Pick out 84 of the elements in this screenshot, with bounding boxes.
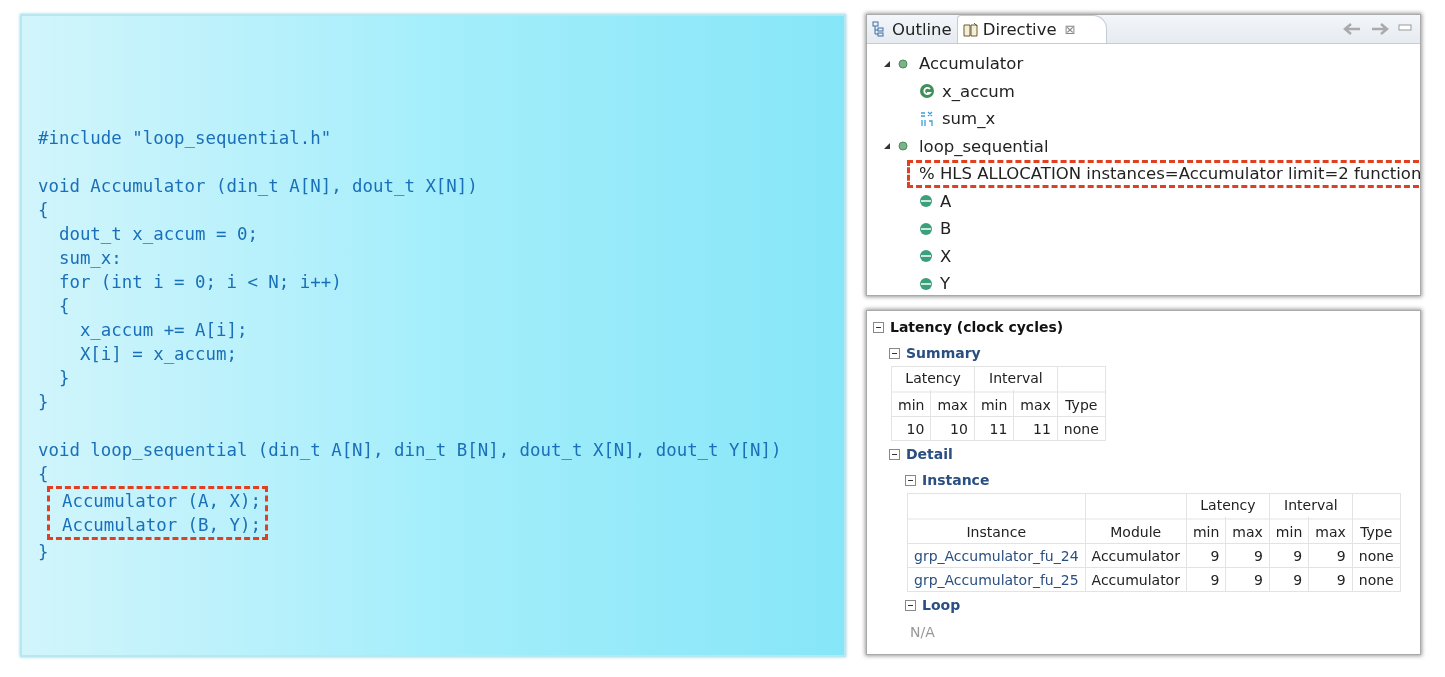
column-header: min bbox=[898, 396, 925, 413]
code-line: { bbox=[38, 199, 49, 222]
table-cell: 10 bbox=[891, 416, 931, 441]
code-line: sum_x: bbox=[57, 247, 122, 270]
table-cell: 9 bbox=[1186, 543, 1226, 568]
view-tab[interactable]: Directive ⊠ bbox=[956, 15, 1107, 43]
table-cell: 9 bbox=[1269, 567, 1309, 592]
dot-icon bbox=[898, 141, 908, 152]
port-icon bbox=[919, 194, 933, 209]
column-header: Module bbox=[1110, 523, 1162, 540]
table-cell: Accumulator bbox=[1085, 543, 1187, 568]
view-tab[interactable]: Outline bbox=[867, 15, 957, 43]
column-header: min bbox=[980, 396, 1008, 413]
section-heading[interactable]: Latency (clock cycles) bbox=[890, 319, 1064, 335]
column-header: max bbox=[1315, 523, 1346, 540]
column-header: max bbox=[1020, 396, 1051, 413]
code-line: void loop_sequential (din_t A[N], din_t B[N], dout_t X[N], dout_t Y[N]) bbox=[38, 439, 782, 462]
forward-arrow-icon bbox=[1370, 21, 1390, 37]
table-cell: none bbox=[1057, 416, 1106, 441]
table-cell: 11 bbox=[974, 416, 1014, 441]
column-header: min bbox=[1275, 523, 1303, 540]
table-cell: 9 bbox=[1186, 567, 1226, 592]
code-line: } bbox=[38, 391, 49, 414]
code-line: } bbox=[38, 541, 49, 564]
port-icon bbox=[919, 221, 933, 236]
collapse-icon bbox=[905, 474, 916, 486]
collapse-icon bbox=[873, 321, 884, 333]
code-line: x_accum += A[i]; bbox=[78, 319, 248, 342]
expand-triangle-icon[interactable] bbox=[883, 59, 891, 68]
code-line: Accumulator (B, Y); bbox=[60, 514, 261, 537]
table-cell: 9 bbox=[1308, 567, 1353, 592]
tree-item[interactable]: % HLS ALLOCATION instances=Accumulator limit=2 function bbox=[919, 164, 1420, 184]
collapse-icon bbox=[905, 599, 916, 611]
tree-item[interactable]: Accumulator bbox=[919, 54, 1024, 74]
empty-note: N/A bbox=[909, 623, 936, 640]
collapse-icon bbox=[889, 347, 900, 359]
column-header: Type bbox=[1360, 523, 1393, 540]
tree-item[interactable]: X bbox=[940, 246, 952, 266]
port-icon bbox=[919, 249, 933, 264]
column-header: max bbox=[1232, 523, 1263, 540]
table-cell: 9 bbox=[1308, 543, 1353, 568]
instance-link[interactable]: grp_Accumulator_fu_25 bbox=[907, 567, 1086, 592]
instance-link[interactable]: grp_Accumulator_fu_24 bbox=[907, 543, 1086, 568]
table-cell: 9 bbox=[1225, 543, 1270, 568]
section-heading[interactable]: Summary bbox=[906, 345, 981, 361]
code-line: Accumulator (A, X); bbox=[60, 490, 261, 513]
table-cell: 9 bbox=[1225, 567, 1270, 592]
tree-item[interactable]: x_accum bbox=[942, 81, 1015, 101]
table-cell: 11 bbox=[1013, 416, 1058, 441]
table-cell: Accumulator bbox=[1085, 567, 1187, 592]
section-heading[interactable]: Loop bbox=[922, 597, 961, 613]
code-line: { bbox=[38, 463, 49, 486]
table-cell: none bbox=[1352, 543, 1401, 568]
code-line: X[i] = x_accum; bbox=[78, 343, 237, 366]
column-header: Instance bbox=[966, 523, 1027, 540]
book-icon bbox=[962, 21, 979, 38]
table-cell: 9 bbox=[1269, 543, 1309, 568]
column-header: max bbox=[937, 396, 968, 413]
table-cell: none bbox=[1352, 567, 1401, 592]
section-heading[interactable]: Detail bbox=[906, 446, 953, 462]
code-line: void Accumulator (din_t A[N], dout_t X[N]) bbox=[38, 175, 478, 198]
tree-item[interactable]: A bbox=[940, 191, 952, 211]
back-arrow-icon bbox=[1342, 21, 1362, 37]
minimize-icon bbox=[1398, 24, 1412, 34]
code-line: for (int i = 0; i < N; i++) bbox=[57, 271, 342, 294]
collapse-icon bbox=[889, 448, 900, 460]
code-line: { bbox=[57, 295, 70, 318]
circled-g-icon bbox=[919, 83, 935, 100]
dot-icon bbox=[898, 58, 908, 69]
section-heading[interactable]: Instance bbox=[922, 472, 990, 488]
table-cell: 10 bbox=[930, 416, 975, 441]
expand-triangle-icon[interactable] bbox=[883, 142, 891, 151]
code-line: } bbox=[57, 367, 70, 390]
tree-item[interactable]: loop_sequential bbox=[919, 136, 1049, 156]
code-line: dout_t x_accum = 0; bbox=[57, 223, 258, 246]
tree-item[interactable]: sum_x bbox=[942, 109, 996, 129]
tree-item[interactable]: Y bbox=[940, 274, 951, 294]
column-header: Type bbox=[1065, 396, 1098, 413]
column-header: min bbox=[1192, 523, 1220, 540]
tree-item[interactable]: B bbox=[940, 219, 952, 239]
code-line: #include "loop_sequential.h" bbox=[38, 127, 332, 150]
port-icon bbox=[919, 276, 933, 291]
close-tab-button[interactable]: ⊠ bbox=[1064, 22, 1076, 37]
loop-symbol-icon bbox=[919, 109, 935, 128]
